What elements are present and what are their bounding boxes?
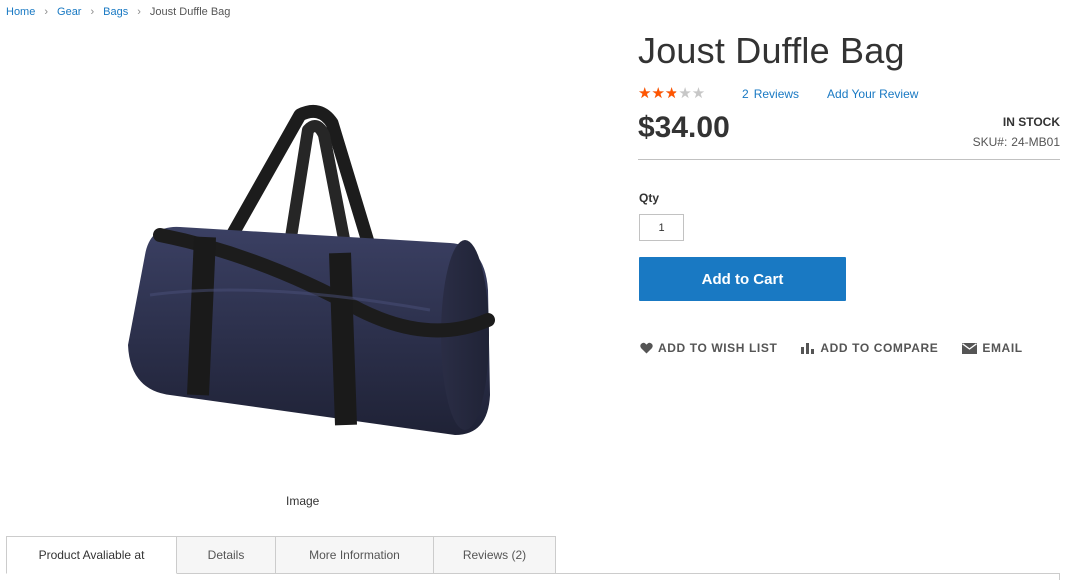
image-caption: Image <box>286 494 320 508</box>
star-rating-icon: ★★★★★ ★★★★★ <box>638 85 706 102</box>
product-sku: SKU#: 24-MB01 <box>973 135 1060 149</box>
reviews-count: 2 <box>742 87 749 101</box>
tab-panel-border <box>555 573 1060 574</box>
product-price: $34.00 <box>638 111 730 144</box>
qty-input[interactable] <box>639 214 684 241</box>
reviews-link[interactable]: 2 Reviews <box>742 87 799 101</box>
product-tabs: Product Avaliable at Details More Inform… <box>6 536 556 574</box>
divider <box>638 159 1060 160</box>
breadcrumb-separator-icon: › <box>137 6 141 18</box>
heart-icon <box>640 342 653 354</box>
bar-chart-icon <box>801 342 815 354</box>
qty-label: Qty <box>639 191 660 205</box>
email-label: EMAIL <box>982 341 1023 355</box>
tab-panel-border <box>1059 573 1060 580</box>
add-review-link[interactable]: Add Your Review <box>827 87 918 101</box>
sku-value: 24-MB01 <box>1011 135 1060 149</box>
compare-label: ADD TO COMPARE <box>820 341 939 355</box>
product-image[interactable] <box>110 95 500 445</box>
stock-status: IN STOCK <box>1002 115 1060 129</box>
sku-label: SKU#: <box>972 135 1008 149</box>
tab-product-available-at[interactable]: Product Avaliable at <box>6 536 177 574</box>
breadcrumb-current: Joust Duffle Bag <box>149 6 231 18</box>
breadcrumb-separator-icon: › <box>90 6 95 18</box>
add-to-cart-button[interactable]: Add to Cart <box>639 257 846 301</box>
duffle-bag-image <box>128 104 495 435</box>
envelope-icon <box>962 342 978 354</box>
reviews-label: Reviews <box>753 87 800 101</box>
breadcrumb-home[interactable]: Home <box>6 6 35 18</box>
email-link[interactable]: EMAIL <box>962 341 1022 355</box>
add-to-compare-link[interactable]: ADD TO COMPARE <box>801 341 938 355</box>
rating-summary: ★★★★★ ★★★★★ 2 Reviews Add Your Review <box>638 86 918 102</box>
product-actions: ADD TO WISH LIST ADD TO COMPARE EMAIL <box>640 341 1047 355</box>
wishlist-label: ADD TO WISH LIST <box>658 341 778 355</box>
tab-reviews[interactable]: Reviews (2) <box>434 536 556 574</box>
breadcrumb-bags[interactable]: Bags <box>103 6 128 18</box>
breadcrumb-separator-icon: › <box>44 6 49 18</box>
product-title: Joust Duffle Bag <box>638 30 905 71</box>
tab-more-information[interactable]: More Information <box>276 536 434 574</box>
breadcrumb-gear[interactable]: Gear <box>57 6 81 18</box>
breadcrumb: Home › Gear › Bags › Joust Duffle Bag <box>6 6 230 18</box>
tab-details[interactable]: Details <box>177 536 276 574</box>
add-to-wishlist-link[interactable]: ADD TO WISH LIST <box>640 341 777 355</box>
